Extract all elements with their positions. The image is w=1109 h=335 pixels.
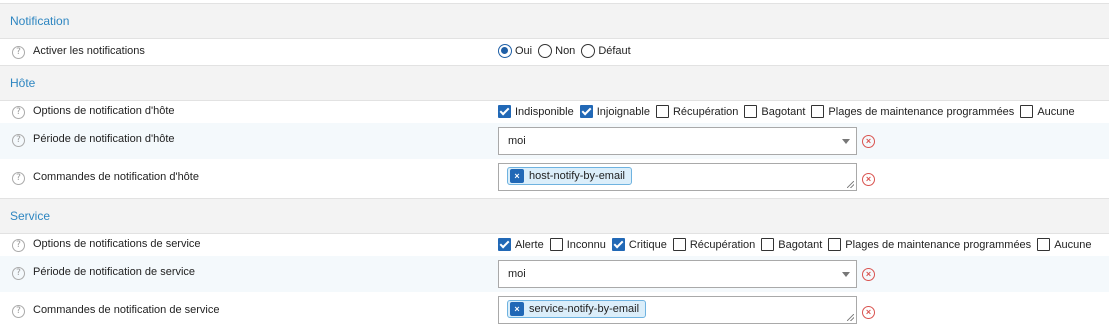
host-options-checkbox-group: Indisponible Injoignable Récupération Ba… xyxy=(498,105,1081,118)
help-icon[interactable]: ? xyxy=(12,46,25,59)
service-options-checkbox-group: Alerte Inconnu Critique Récupération Bag… xyxy=(498,238,1098,251)
section-header-service: Service xyxy=(0,198,1109,234)
resize-handle-icon[interactable] xyxy=(847,314,854,321)
checkbox-label: Plages de maintenance programmées xyxy=(828,105,1015,118)
checkbox-label: Bagotant xyxy=(761,105,806,118)
checkbox-aucune[interactable] xyxy=(1037,238,1051,251)
checkbox-label: Indisponible xyxy=(515,105,574,118)
field-label: Période de notification de service xyxy=(33,266,196,278)
field-label: Période de notification d'hôte xyxy=(33,133,175,145)
field-label: Options de notifications de service xyxy=(33,238,201,250)
checkbox-label: Plages de maintenance programmées xyxy=(845,238,1032,251)
checkbox-label: Alerte xyxy=(515,238,544,251)
checkbox-critique[interactable] xyxy=(611,238,625,251)
checkbox-label: Inconnu xyxy=(566,238,606,251)
row-service-options: ? Options de notifications de service Al… xyxy=(0,234,1109,256)
row-enable-notifications: ? Activer les notifications Oui Non Défa… xyxy=(0,39,1109,66)
checkbox-bagotant[interactable] xyxy=(744,105,758,118)
section-title: Hôte xyxy=(10,76,36,90)
field-label: Commandes de notification de service xyxy=(33,304,220,316)
section-title: Notification xyxy=(10,14,70,28)
help-icon[interactable]: ? xyxy=(12,267,25,280)
chevron-down-icon[interactable] xyxy=(842,272,850,277)
radio-defaut[interactable] xyxy=(581,44,596,58)
checkbox-inconnu[interactable] xyxy=(549,238,563,251)
chevron-down-icon[interactable] xyxy=(842,139,850,144)
help-icon[interactable]: ? xyxy=(12,239,25,252)
service-commands-multiselect[interactable]: × service-notify-by-email xyxy=(498,296,857,324)
checkbox-plages-maintenance[interactable] xyxy=(828,238,842,251)
section-title: Service xyxy=(10,209,51,223)
checkbox-alerte[interactable] xyxy=(498,238,511,251)
host-commands-multiselect[interactable]: × host-notify-by-email xyxy=(498,163,857,191)
select-value: moi xyxy=(508,135,526,147)
remove-tag-icon[interactable]: × xyxy=(510,302,524,316)
service-period-select[interactable]: moi xyxy=(498,260,857,288)
row-host-commands: ? Commandes de notification d'hôte × hos… xyxy=(0,159,1109,199)
tag-chip: × host-notify-by-email xyxy=(507,167,632,185)
tag-text: host-notify-by-email xyxy=(529,170,625,182)
clear-icon[interactable]: × xyxy=(862,135,875,148)
help-icon[interactable]: ? xyxy=(12,172,25,185)
checkbox-injoignable[interactable] xyxy=(579,105,593,118)
host-period-select[interactable]: moi xyxy=(498,127,857,155)
help-icon[interactable]: ? xyxy=(12,305,25,318)
field-label: Options de notification d'hôte xyxy=(33,105,175,117)
remove-tag-icon[interactable]: × xyxy=(510,169,524,183)
radio-label: Non xyxy=(555,45,576,57)
checkbox-label: Injoignable xyxy=(596,105,650,118)
checkbox-aucune[interactable] xyxy=(1020,105,1034,118)
row-host-options: ? Options de notification d'hôte Indispo… xyxy=(0,101,1109,123)
resize-handle-icon[interactable] xyxy=(847,181,854,188)
checkbox-label: Aucune xyxy=(1054,238,1092,251)
row-service-commands: ? Commandes de notification de service ×… xyxy=(0,292,1109,332)
select-value: moi xyxy=(508,268,526,280)
checkbox-recuperation[interactable] xyxy=(672,238,686,251)
checkbox-label: Récupération xyxy=(689,238,756,251)
row-host-period: ? Période de notification d'hôte moi × xyxy=(0,123,1109,159)
enable-notifications-radio-group: Oui Non Défaut xyxy=(498,44,637,58)
radio-non[interactable] xyxy=(538,44,553,58)
checkbox-bagotant[interactable] xyxy=(761,238,775,251)
tag-chip: × service-notify-by-email xyxy=(507,300,647,318)
help-icon[interactable]: ? xyxy=(12,106,25,119)
clear-icon[interactable]: × xyxy=(862,306,875,319)
checkbox-recuperation[interactable] xyxy=(655,105,669,118)
radio-oui[interactable] xyxy=(498,44,512,58)
help-icon[interactable]: ? xyxy=(12,134,25,147)
checkbox-label: Critique xyxy=(628,238,667,251)
tag-text: service-notify-by-email xyxy=(529,303,640,315)
row-service-period: ? Période de notification de service moi… xyxy=(0,256,1109,292)
section-header-notification: Notification xyxy=(0,3,1109,39)
checkbox-label: Bagotant xyxy=(778,238,823,251)
clear-icon[interactable]: × xyxy=(862,173,875,186)
checkbox-plages-maintenance[interactable] xyxy=(811,105,825,118)
clear-icon[interactable]: × xyxy=(862,268,875,281)
checkbox-label: Récupération xyxy=(672,105,739,118)
checkbox-indisponible[interactable] xyxy=(498,105,511,118)
section-header-host: Hôte xyxy=(0,65,1109,101)
checkbox-label: Aucune xyxy=(1037,105,1075,118)
field-label: Commandes de notification d'hôte xyxy=(33,171,199,183)
radio-label: Défaut xyxy=(598,45,631,57)
field-label: Activer les notifications xyxy=(33,45,145,57)
radio-label: Oui xyxy=(515,45,533,57)
